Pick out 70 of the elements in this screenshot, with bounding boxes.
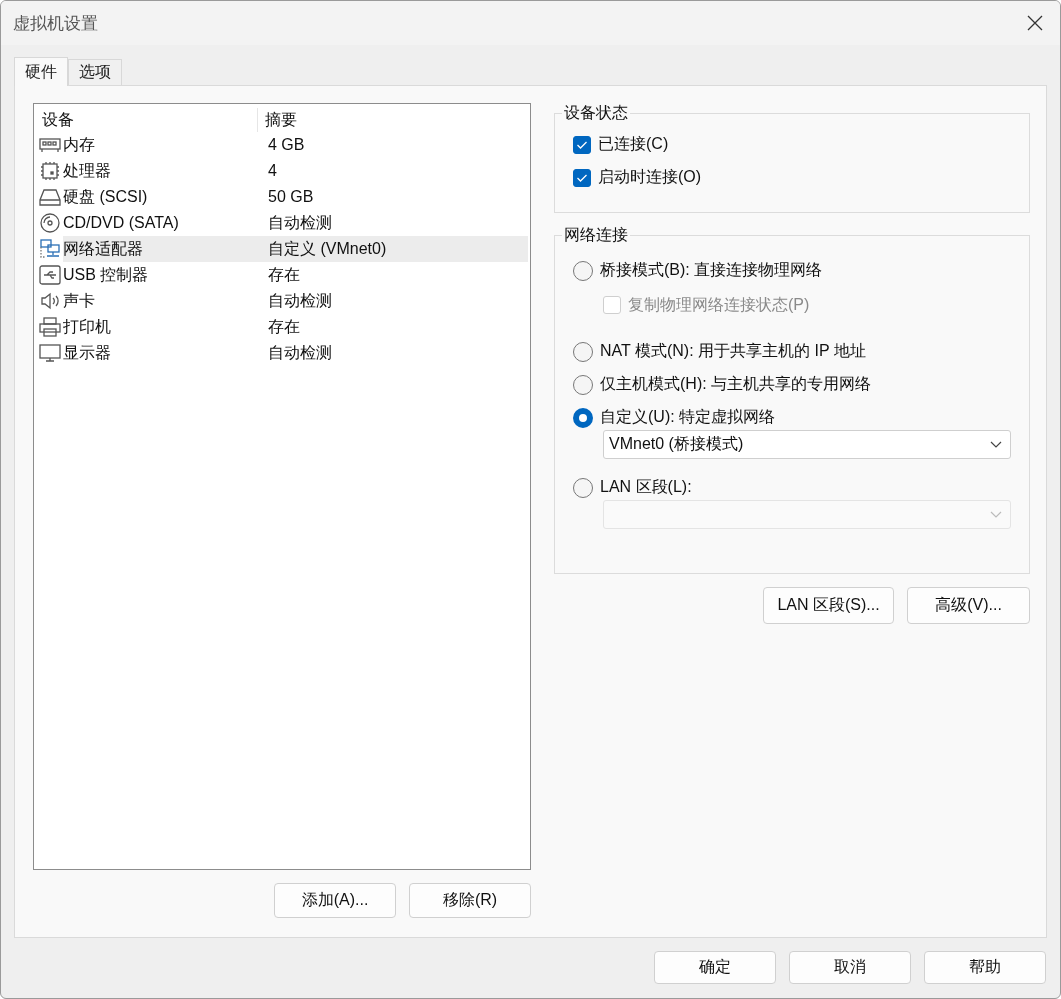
checkbox-label: 启动时连接(O) <box>598 167 702 187</box>
device-name: 声卡 <box>63 290 96 311</box>
tab[interactable]: 选项 <box>68 59 122 85</box>
speaker-icon <box>39 291 61 311</box>
checkbox[interactable] <box>573 135 591 154</box>
radio-button[interactable] <box>573 260 593 281</box>
device-row[interactable]: CD/DVD (SATA) 自动检测 <box>63 210 528 236</box>
device-name: 打印机 <box>63 316 112 337</box>
disc-icon <box>39 213 61 233</box>
window-title: 虚拟机设置 <box>13 12 98 35</box>
checkbox-label: 复制物理网络连接状态(P) <box>628 294 810 315</box>
lan-segments-button[interactable]: LAN 区段(S)... <box>763 587 894 624</box>
device-summary: 自动检测 <box>267 212 332 233</box>
radio-button[interactable] <box>573 477 593 498</box>
group-title: 设备状态 <box>563 103 629 123</box>
monitor-icon <box>39 343 61 363</box>
device-row[interactable]: 处理器 4 <box>63 158 528 184</box>
chevron-down-icon <box>990 511 1002 518</box>
radio-label: LAN 区段(L): <box>600 477 692 497</box>
checkbox-label: 已连接(C) <box>598 134 669 154</box>
device-summary: 自定义 (VMnet0) <box>267 238 387 259</box>
device-name: 网络适配器 <box>63 238 144 259</box>
device-name: 内存 <box>63 134 96 155</box>
device-summary: 4 GB <box>267 136 305 154</box>
device-row[interactable]: 显示器 自动检测 <box>63 340 528 366</box>
device-summary: 4 <box>267 162 277 180</box>
help-button[interactable]: 帮助 <box>924 951 1046 984</box>
radio-button[interactable] <box>573 341 593 362</box>
radio-label: 桥接模式(B): 直接连接物理网络 <box>600 260 823 280</box>
check-icon <box>576 172 588 183</box>
device-name: 显示器 <box>63 342 112 363</box>
device-name: 处理器 <box>63 160 112 181</box>
device-row[interactable]: 内存 4 GB <box>63 132 528 158</box>
radio-label: 仅主机模式(H): 与主机共享的专用网络 <box>600 374 872 394</box>
device-summary: 自动检测 <box>267 290 332 311</box>
usb-icon <box>39 265 61 285</box>
device-row[interactable]: 网络适配器 自定义 (VMnet0) <box>63 236 528 262</box>
radio-label: 自定义(U): 特定虚拟网络 <box>600 407 776 427</box>
chevron-down-icon <box>990 441 1002 448</box>
device-name: 硬盘 (SCSI) <box>63 186 149 207</box>
advanced-button[interactable]: 高级(V)... <box>907 587 1030 624</box>
device-name: CD/DVD (SATA) <box>63 214 180 232</box>
memory-module-icon <box>39 135 61 155</box>
check-icon <box>576 139 588 150</box>
remove-button[interactable]: 移除(R) <box>409 883 531 918</box>
network-dropdown[interactable]: VMnet0 (桥接模式) <box>603 430 1011 459</box>
radio-label: NAT 模式(N): 用于共享主机的 IP 地址 <box>600 341 866 361</box>
device-row[interactable]: 声卡 自动检测 <box>63 288 528 314</box>
device-summary: 50 GB <box>267 188 314 206</box>
tab[interactable]: 硬件 <box>14 57 68 86</box>
group-title: 网络连接 <box>563 225 629 245</box>
radio-button[interactable] <box>573 374 593 395</box>
device-summary: 自动检测 <box>267 342 332 363</box>
close-icon[interactable] <box>1027 15 1043 31</box>
device-summary: 存在 <box>267 316 300 337</box>
column-header: 设备 <box>36 108 258 132</box>
checkbox[interactable] <box>573 168 591 187</box>
device-name: USB 控制器 <box>63 264 150 285</box>
printer-icon <box>39 317 61 337</box>
chip-icon <box>39 161 61 181</box>
device-row[interactable]: 打印机 存在 <box>63 314 528 340</box>
column-header: 摘要 <box>264 110 297 130</box>
device-row[interactable]: 硬盘 (SCSI) 50 GB <box>63 184 528 210</box>
add-button[interactable]: 添加(A)... <box>274 883 396 918</box>
device-summary: 存在 <box>267 264 300 285</box>
network-icon <box>39 239 61 259</box>
cancel-button[interactable]: 取消 <box>789 951 911 984</box>
device-row[interactable]: USB 控制器 存在 <box>63 262 528 288</box>
ok-button[interactable]: 确定 <box>654 951 776 984</box>
radio-button[interactable] <box>573 407 593 428</box>
